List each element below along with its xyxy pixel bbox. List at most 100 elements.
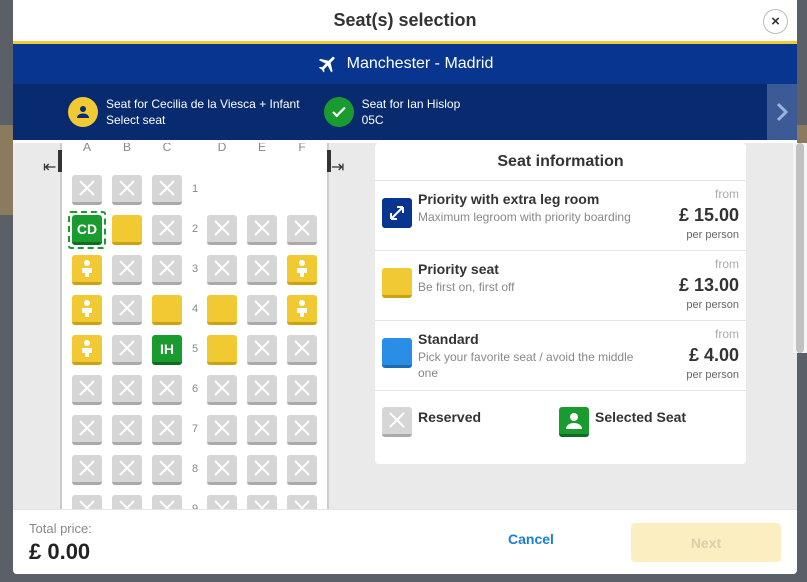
cancel-button[interactable]: Cancel <box>508 531 554 547</box>
seat-5C[interactable]: IH <box>152 335 182 365</box>
person-icon <box>68 97 98 127</box>
seat-1C <box>152 175 182 205</box>
seat-5D[interactable] <box>207 335 237 365</box>
seat-3C <box>152 255 182 285</box>
seat-column-header: E <box>257 143 266 154</box>
legend-label: Reserved <box>418 409 482 425</box>
seat-row-number: 2 <box>191 223 199 235</box>
seat-type-per: per person <box>686 299 739 311</box>
seat-6F <box>287 375 317 405</box>
total-price-label: Total price: <box>29 521 92 536</box>
seat-type-per: per person <box>686 369 739 381</box>
seat-type-name: Priority seat <box>418 261 499 277</box>
seat-type-from: from <box>715 327 739 341</box>
seat-9F <box>287 495 317 509</box>
seat-icon <box>382 268 412 298</box>
passenger-name: Seat for Ian Hislop <box>361 97 461 111</box>
backdrop-image <box>0 125 13 215</box>
close-button[interactable]: × <box>763 9 788 34</box>
seat-3A[interactable] <box>72 255 102 285</box>
close-icon: × <box>771 13 780 30</box>
seat-column-header: D <box>217 143 227 154</box>
passenger-name: Seat for Cecilia de la Viesca + Infant <box>106 97 300 111</box>
legend-reserved: Reserved <box>382 407 481 437</box>
arrow-right-icon: ⇥ <box>331 159 345 176</box>
seat-8B <box>112 455 142 485</box>
seat-5F <box>287 335 317 365</box>
seat-type-from: from <box>715 187 739 201</box>
seat-row-number: 3 <box>191 263 199 275</box>
seat-4A[interactable] <box>72 295 102 325</box>
map-edge-left <box>58 150 62 172</box>
seat-9D <box>207 495 237 509</box>
seat-8E <box>247 455 277 485</box>
seat-5A[interactable] <box>72 335 102 365</box>
seat-8A <box>72 455 102 485</box>
seat-information-panel: Seat information Priority with extra leg… <box>375 143 746 464</box>
seat-4B <box>112 295 142 325</box>
seat-1A <box>72 175 102 205</box>
legend-selected: Selected Seat <box>559 407 686 437</box>
seat-6E <box>247 375 277 405</box>
seat-type-row: Priority seat Be first on, first off fro… <box>375 251 746 321</box>
cross-icon <box>382 407 412 437</box>
seat-4F[interactable] <box>287 295 317 325</box>
expand-icon <box>382 198 412 228</box>
seat-4C[interactable] <box>152 295 182 325</box>
passenger-tab-cecilia[interactable]: Seat for Cecilia de la Viesca + Infant S… <box>68 96 300 128</box>
total-price-value: £ 0.00 <box>29 539 91 564</box>
seat-3B <box>112 255 142 285</box>
arrow-left-icon: ⇤ <box>43 159 57 176</box>
seat-2D <box>207 215 237 245</box>
seat-icon <box>382 338 412 368</box>
seat-6B <box>112 375 142 405</box>
seat-row-number: 7 <box>191 423 199 435</box>
seat-7E <box>247 415 277 445</box>
seat-2C <box>152 215 182 245</box>
seat-4D[interactable] <box>207 295 237 325</box>
seat-9B <box>112 495 142 509</box>
seat-content-area: ⇤ ⇥ A B C D E F 1 2 CD 3 4 5 IH 6 7 8 9 Seat information… <box>13 143 797 509</box>
seat-8F <box>287 455 317 485</box>
next-button[interactable]: Next <box>631 523 781 562</box>
seat-row-number: 1 <box>191 183 199 195</box>
passenger-seat: Select seat <box>106 113 166 127</box>
scrollbar[interactable] <box>793 143 807 353</box>
seat-8D <box>207 455 237 485</box>
seat-type-price: £ 15.00 <box>678 205 739 225</box>
seat-5E <box>247 335 277 365</box>
seat-8C <box>152 455 182 485</box>
seat-9E <box>247 495 277 509</box>
seat-2F <box>287 215 317 245</box>
passenger-tab-ian[interactable]: Seat for Ian Hislop 05C <box>323 96 461 128</box>
seat-3D <box>207 255 237 285</box>
seat-2B[interactable] <box>112 215 142 245</box>
seat-type-price: £ 13.00 <box>678 275 739 295</box>
seat-info-title: Seat information <box>375 143 746 181</box>
seat-column-header: C <box>162 143 172 154</box>
plane-icon <box>318 56 335 73</box>
seat-row-number: 4 <box>191 303 199 315</box>
seat-column-header: F <box>298 143 306 154</box>
person-icon <box>559 407 589 437</box>
seat-2A[interactable]: CD <box>72 215 102 245</box>
scrollbar-thumb[interactable] <box>796 143 804 353</box>
route-label: Manchester - Madrid <box>346 55 494 72</box>
next-passenger-button[interactable] <box>767 84 797 140</box>
seat-9C <box>152 495 182 509</box>
modal-title: Seat(s) selection <box>333 10 477 30</box>
seat-type-row: Standard Pick your favorite seat / avoid… <box>375 321 746 391</box>
seat-7A <box>72 415 102 445</box>
seat-type-from: from <box>715 257 739 271</box>
chevron-right-icon <box>776 102 789 122</box>
seat-type-price: £ 4.00 <box>688 345 739 365</box>
seat-1B <box>112 175 142 205</box>
seat-3E <box>247 255 277 285</box>
seat-legend: Reserved Selected Seat <box>375 391 746 461</box>
seat-7B <box>112 415 142 445</box>
seat-3F[interactable] <box>287 255 317 285</box>
seat-map: A B C D E F 1 2 CD 3 4 5 IH 6 7 8 9 <box>58 143 331 509</box>
check-icon <box>323 97 354 127</box>
seat-type-row: Priority with extra leg room Maximum leg… <box>375 181 746 251</box>
seat-row-number: 6 <box>191 383 199 395</box>
